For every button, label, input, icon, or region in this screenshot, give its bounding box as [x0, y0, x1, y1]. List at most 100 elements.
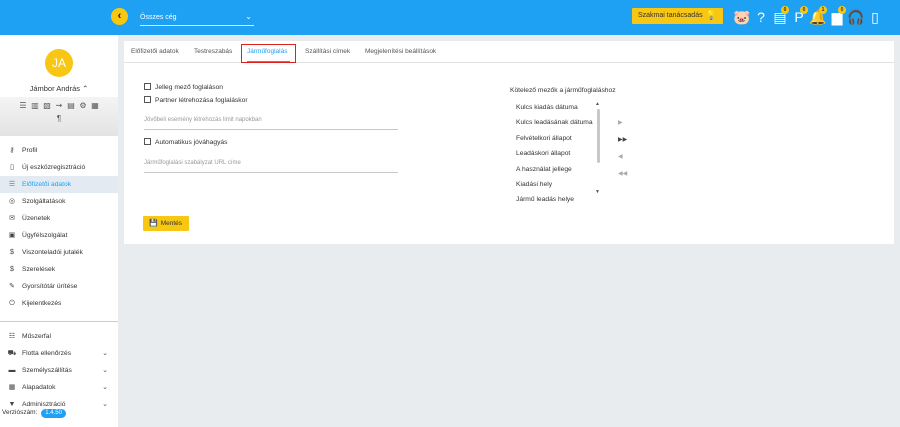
tab-0[interactable]: Előfizetői adatok: [131, 48, 179, 55]
sidebar-item-label: Adminisztráció: [22, 401, 66, 408]
notification-badge: 0: [838, 6, 846, 14]
future-event-limit-input[interactable]: Jövőbeli esemény létrehozás limit napokb…: [144, 117, 398, 130]
car-icon: ⛟: [7, 350, 17, 357]
report-icon[interactable]: ▤: [65, 101, 77, 110]
notification-badge: 0: [800, 6, 808, 14]
tab-bar: Előfizetői adatok Testreszabás Járműfoglal…: [124, 41, 894, 63]
sidebar-item-3[interactable]: ◎ Szolgáltatások: [0, 193, 118, 210]
notification-badge: 1: [819, 6, 827, 14]
piggy-bank-icon[interactable]: 🐷: [733, 6, 751, 28]
list-item[interactable]: Kulcs leadásának dátuma: [507, 115, 602, 130]
partner-checkbox[interactable]: Partner létrehozása foglaláskor: [144, 96, 248, 104]
help-icon[interactable]: ?: [752, 6, 770, 28]
list-item[interactable]: Felvételkori állapot: [507, 131, 602, 146]
messages-icon: ✉: [9, 215, 15, 222]
brush-icon: ✎: [9, 283, 15, 290]
auto-approve-checkbox-label: Automatikus jóváhagyás: [155, 139, 228, 146]
save-button-label: Mentés: [160, 220, 183, 227]
avatar[interactable]: JA: [45, 49, 73, 77]
list-item[interactable]: Jármű leadás helye: [507, 192, 602, 207]
tab-2[interactable]: Járműfoglalás: [247, 48, 287, 55]
chevron-down-icon: ⌄: [102, 384, 108, 391]
sidebar-item-label: Profil: [22, 147, 38, 154]
advisor-button-label: Szakmai tanácsadás: [638, 12, 703, 19]
sidebar-item-9[interactable]: ⏻ Kijelentkezés: [0, 295, 118, 312]
phone-download-icon[interactable]: ▯: [866, 6, 884, 28]
dollar-icon: $: [10, 249, 14, 256]
chart-icon[interactable]: ▥: [29, 101, 41, 110]
list-item[interactable]: Kiadási hely: [507, 177, 602, 192]
required-fields-list[interactable]: Kulcs kiadás dátuma Kulcs leadásának dátu…: [507, 100, 602, 203]
chevron-down-icon: ⌄: [102, 350, 108, 357]
sidebar-item-5[interactable]: ▣ Ügyfélszolgálat: [0, 227, 118, 244]
scrollbar-thumb[interactable]: [597, 109, 600, 163]
list-icon[interactable]: ☰: [17, 101, 29, 110]
list-item[interactable]: Leadáskori állapot: [507, 146, 602, 161]
collapse-sidebar-button[interactable]: ‹: [111, 8, 128, 25]
parking-icon[interactable]: P0: [790, 6, 808, 28]
scroll-down-icon[interactable]: ▼: [595, 189, 600, 195]
save-button[interactable]: 💾 Mentés: [143, 216, 189, 231]
sidebar-item-label: Új eszközregisztráció: [22, 164, 86, 171]
sidebar-item-7[interactable]: $ Szerelések: [0, 261, 118, 278]
sidebar-item-label: Műszerfal: [22, 333, 51, 340]
user-settings-icon[interactable]: ⚙: [77, 101, 89, 110]
checkbox-box: [144, 83, 151, 90]
sidebar-item-0[interactable]: ⚷ Profil: [0, 142, 118, 159]
tab-4[interactable]: Megjelenítési beállítások: [365, 48, 436, 55]
list-item[interactable]: Kulcs kiadás dátuma: [507, 100, 602, 115]
version-label: Verziószám:: [2, 409, 38, 416]
chat-icon[interactable]: ▆ 0: [828, 6, 846, 28]
dashboard-icon: ☷: [8, 333, 16, 340]
sidebar-item-label: Kijelentkezés: [22, 300, 62, 307]
sidebar-item-label: Gyorsítótár ürítése: [22, 283, 78, 290]
tab-3[interactable]: Szállítási címek: [305, 48, 350, 55]
sidebar-item-1[interactable]: ⛟ Flotta ellenőrzés ⌄: [0, 345, 118, 362]
bell-icon[interactable]: 🔔 1: [809, 6, 827, 28]
chevron-down-icon: ⌄: [102, 367, 108, 374]
sidebar-item-6[interactable]: $ Viszonteladói jutalék: [0, 244, 118, 261]
sidebar-divider: [0, 321, 118, 322]
document-icon[interactable]: ▤ 0: [771, 6, 789, 28]
move-all-left-icon[interactable]: ◀◀: [618, 170, 627, 177]
services-icon: ◎: [8, 198, 16, 205]
move-right-icon[interactable]: ▶: [618, 119, 623, 126]
jelleg-checkbox[interactable]: Jelleg mező foglaláson: [144, 83, 223, 91]
sidebar-item-label: Szolgáltatások: [22, 198, 66, 205]
device-icon: ▯: [10, 164, 14, 171]
sidebar-item-0[interactable]: ☷ Műszerfal: [0, 328, 118, 345]
paragraph-icon[interactable]: ¶: [0, 114, 118, 123]
sidebar-item-2[interactable]: ☰ Előfizetői adatok: [0, 176, 118, 193]
auto-approve-checkbox[interactable]: Automatikus jóváhagyás: [144, 138, 228, 146]
sidebar-item-label: Flotta ellenőrzés: [22, 350, 72, 357]
company-select[interactable]: Összes cég ⌄: [140, 12, 254, 26]
map-icon[interactable]: ▧: [41, 101, 53, 110]
sidebar-item-2[interactable]: ▬ Személyszállítás ⌄: [0, 362, 118, 379]
list-item[interactable]: A használat jellege: [507, 162, 602, 177]
tab-1[interactable]: Testreszabás: [194, 48, 232, 55]
logout-icon: ⏻: [9, 300, 15, 307]
sidebar-menu: ⚷ Profil ▯ Új eszközregisztráció ☰ Előfizetői…: [0, 142, 118, 413]
move-all-right-icon[interactable]: ▶▶: [618, 136, 627, 143]
sidebar-item-1[interactable]: ▯ Új eszközregisztráció: [0, 159, 118, 176]
bus-icon: ▬: [8, 367, 16, 374]
notification-badge: 0: [781, 6, 789, 14]
scroll-up-icon[interactable]: ▲: [595, 101, 600, 107]
advisor-button[interactable]: Szakmai tanácsadás 💡: [632, 8, 723, 24]
chevron-down-icon: ⌄: [245, 12, 252, 21]
headset-icon[interactable]: 🎧: [847, 6, 865, 28]
sidebar-item-3[interactable]: ▦ Alapadatok ⌄: [0, 379, 118, 396]
user-name: Jámbor András: [29, 84, 81, 93]
version-badge: 1.4.50: [41, 409, 66, 418]
user-name-toggle[interactable]: Jámbor András ⌃: [0, 84, 118, 93]
future-event-limit-placeholder: Jövőbeli esemény létrehozás limit napokb…: [144, 117, 262, 123]
chevron-down-icon: ⌄: [102, 401, 108, 408]
route-icon[interactable]: ⇝: [53, 101, 65, 110]
sidebar-item-8[interactable]: ✎ Gyorsítótár ürítése: [0, 278, 118, 295]
sidebar-item-label: Alapadatok: [22, 384, 56, 391]
user-quick-icons: ☰ ▥ ▧ ⇝ ▤ ⚙ ▦ ¶: [0, 97, 118, 136]
policy-url-input[interactable]: Járműfoglalási szabályzat URL címe: [144, 160, 398, 173]
move-left-icon[interactable]: ◀: [618, 153, 623, 160]
sidebar-item-4[interactable]: ✉ Üzenetek: [0, 210, 118, 227]
grid-icon[interactable]: ▦: [89, 101, 101, 110]
